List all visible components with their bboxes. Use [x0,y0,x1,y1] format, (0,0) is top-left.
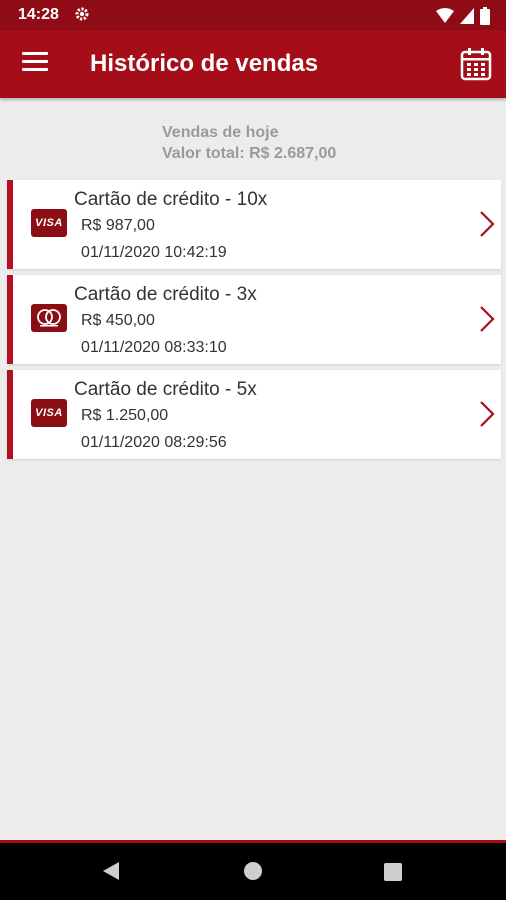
chevron-right-icon[interactable] [479,210,495,238]
sale-amount: R$ 987,00 [81,217,155,234]
sales-summary: Vendas de hoje Valor total: R$ 2.687,00 [162,122,336,164]
menu-icon[interactable] [22,52,48,76]
chevron-right-icon[interactable] [479,400,495,428]
summary-title: Vendas de hoje [162,124,279,141]
home-icon[interactable] [244,862,262,880]
wifi-icon [436,8,454,29]
calendar-icon[interactable] [460,47,492,81]
signal-icon [460,8,474,29]
chevron-right-icon[interactable] [479,305,495,333]
sale-amount: R$ 450,00 [81,312,155,329]
status-time: 14:28 [18,6,59,23]
sale-item[interactable]: VISA Cartão de crédito - 5x R$ 1.250,00 … [7,370,501,459]
sale-item[interactable]: Cartão de crédito - 3x R$ 450,00 01/11/2… [7,275,501,364]
recents-icon[interactable] [384,863,402,881]
page-title: Histórico de vendas [90,50,319,77]
battery-icon [480,7,490,30]
sale-datetime: 01/11/2020 08:33:10 [81,339,227,356]
summary-total: Valor total: R$ 2.687,00 [162,145,337,162]
sale-amount: R$ 1.250,00 [81,407,169,424]
sale-item[interactable]: VISA Cartão de crédito - 10x R$ 987,00 0… [7,180,501,269]
app-bar: Histórico de vendas [0,30,506,98]
settings-gear-icon [74,6,90,27]
status-bar: 14:28 [0,0,506,30]
sale-datetime: 01/11/2020 08:29:56 [81,434,227,451]
system-nav-bar [0,840,506,900]
sales-list: VISA Cartão de crédito - 10x R$ 987,00 0… [7,180,501,465]
sale-title: Cartão de crédito - 3x [74,284,257,305]
mastercard-icon [31,304,67,332]
visa-card-icon: VISA [31,399,67,427]
back-icon[interactable] [102,861,120,886]
sale-title: Cartão de crédito - 5x [74,379,257,400]
visa-card-icon: VISA [31,209,67,237]
sale-datetime: 01/11/2020 10:42:19 [81,244,227,261]
sale-title: Cartão de crédito - 10x [74,189,268,210]
